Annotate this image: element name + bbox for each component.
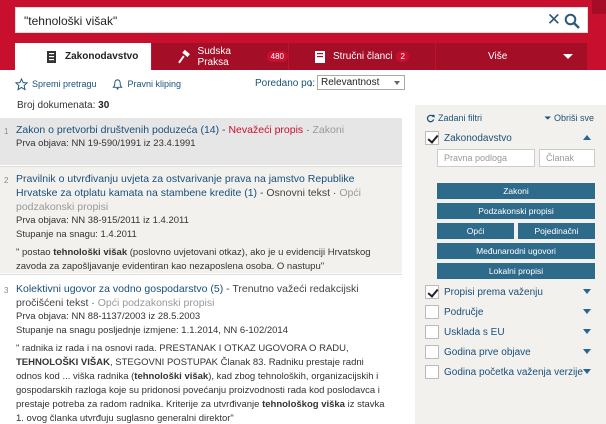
chevron-down-icon: [394, 81, 400, 85]
checkbox[interactable]: [425, 285, 439, 299]
default-filters[interactable]: Zadani filtri: [426, 113, 482, 123]
divider: [0, 274, 402, 275]
result-toolbar: Spremi pretragu Pravni kliping Poredano …: [15, 74, 410, 94]
chevron-down-icon[interactable]: [583, 349, 591, 354]
filter-godina-objave[interactable]: Godina prve objave: [425, 343, 595, 361]
filter-zakonodavstvo[interactable]: Zakonodavstvo: [425, 129, 595, 147]
checkbox[interactable]: [425, 305, 439, 319]
chevron-up-icon[interactable]: [583, 135, 591, 140]
chevron-down-icon[interactable]: [583, 329, 591, 334]
tab-label: Više: [488, 51, 508, 62]
tab-bar: Zakonodavstvo Sudska Praksa 480 Stručni …: [15, 43, 588, 70]
star-icon: [15, 77, 28, 91]
filter-eu[interactable]: Usklada s EU: [425, 323, 595, 341]
search-box[interactable]: "tehnološki višak" ✕: [15, 7, 588, 33]
result-title[interactable]: Kolektivni ugovor za vodno gospodarstvo …: [16, 283, 223, 295]
refresh-icon: [426, 114, 435, 122]
count-badge: 480: [266, 51, 288, 62]
count-badge: 2: [396, 51, 409, 62]
result-meta: Stupanje na snagu posljednje izmjene: 1.…: [16, 325, 288, 336]
article-input[interactable]: Članak: [539, 149, 595, 167]
result-snippet: " radnika iz rada i na osnovi rada. PRES…: [16, 343, 385, 424]
result-number: 2: [4, 176, 9, 185]
save-search-button[interactable]: Spremi pretragu: [15, 77, 97, 91]
chevron-down-icon[interactable]: [583, 369, 591, 374]
filter-vazenje[interactable]: Propisi prema važenju: [425, 283, 595, 301]
checkbox[interactable]: [425, 325, 439, 339]
tab-sudska-praksa[interactable]: Sudska Praksa 480: [152, 43, 289, 70]
chevron-down-icon[interactable]: [583, 309, 591, 314]
result-item[interactable]: 3 Kolektivni ugovor za vodno gospodarstv…: [0, 277, 402, 424]
sort-label: Poredano po:: [255, 78, 316, 89]
checkbox[interactable]: [425, 345, 439, 359]
sort-select[interactable]: Relevantnost: [317, 75, 405, 90]
btn-lokalni[interactable]: Lokalni propisi: [437, 263, 595, 279]
clear-all-button[interactable]: ⏷ Obriši sve: [544, 113, 594, 124]
status-badge: Osnovni tekst: [266, 187, 331, 199]
filter-sidebar: Zadani filtri ⏷ Obriši sve Zakonodavstvo…: [415, 105, 606, 424]
chevron-down-icon[interactable]: [583, 289, 591, 294]
btn-podzakonski[interactable]: Podzakonski propisi: [437, 203, 595, 219]
result-meta: Prva objava: NN 38-915/2011 iz 1.4.2011: [16, 215, 189, 226]
legal-basis-input[interactable]: Pravna podloga: [437, 149, 535, 167]
tab-label: Zakonodavstvo: [65, 51, 139, 62]
result-number: 3: [4, 286, 9, 295]
legal-clipping-button[interactable]: Pravni kliping: [111, 78, 181, 91]
result-item[interactable]: 1 Zakon o pretvorbi društvenih poduzeća …: [0, 118, 402, 165]
document-count: Broj dokumenata: 30: [17, 100, 110, 111]
search-icon[interactable]: [564, 13, 580, 29]
result-meta: Prva objava: NN 19-590/1991 iz 23.4.1991: [16, 138, 196, 149]
sort-arrow-icon: ↓: [308, 77, 314, 89]
gavel-icon: [178, 49, 190, 63]
tab-vise[interactable]: Više: [436, 43, 588, 70]
tab-label: Sudska Praksa: [197, 45, 231, 68]
result-snippet: " postao tehnološki višak (poslovno uvje…: [16, 247, 371, 272]
status-badge: Nevažeći propis: [228, 124, 304, 136]
result-meta: Prva objava: NN 88-1137/2003 iz 28.5.200…: [16, 311, 201, 322]
filter-icon: ⏷: [544, 113, 552, 123]
clear-icon[interactable]: ✕: [547, 11, 561, 29]
checkbox[interactable]: [425, 365, 439, 379]
btn-pojedinacni[interactable]: Pojedinačni: [518, 223, 595, 239]
book-icon: [315, 50, 325, 63]
result-meta: Stupanje na snagu: 1.4.2011: [16, 229, 137, 240]
result-title[interactable]: Zakon o pretvorbi društvenih poduzeća (1…: [16, 124, 219, 136]
btn-medunarodni[interactable]: Međunarodni ugovori: [437, 243, 595, 259]
btn-zakoni[interactable]: Zakoni: [437, 183, 595, 199]
filter-podrucje[interactable]: Područje: [425, 303, 595, 321]
tab-strucni-clanci[interactable]: Stručni članci 2: [289, 43, 436, 70]
search-query[interactable]: "tehnološki višak": [24, 14, 117, 28]
checkbox[interactable]: [425, 131, 439, 145]
result-item[interactable]: 2 Pravilnik o utvrđivanju uvjeta za ostv…: [0, 167, 402, 273]
top-bar: "tehnološki višak" ✕ Zakonodavstvo Sudsk…: [0, 0, 606, 70]
document-icon: [47, 50, 56, 63]
chevron-down-icon: [563, 54, 573, 59]
corner-mark: [592, 0, 606, 14]
btn-opci[interactable]: Opći: [437, 223, 514, 239]
bell-icon: [111, 78, 123, 90]
result-tag: Zakoni: [312, 124, 345, 136]
tab-zakonodavstvo[interactable]: Zakonodavstvo: [15, 43, 152, 70]
tab-label: Stručni članci: [333, 51, 393, 62]
result-number: 1: [4, 127, 9, 136]
result-tag: Opći podzakonski propisi: [97, 297, 215, 309]
filter-godina-vazenja[interactable]: Godina početka važenja verzije: [425, 363, 595, 381]
